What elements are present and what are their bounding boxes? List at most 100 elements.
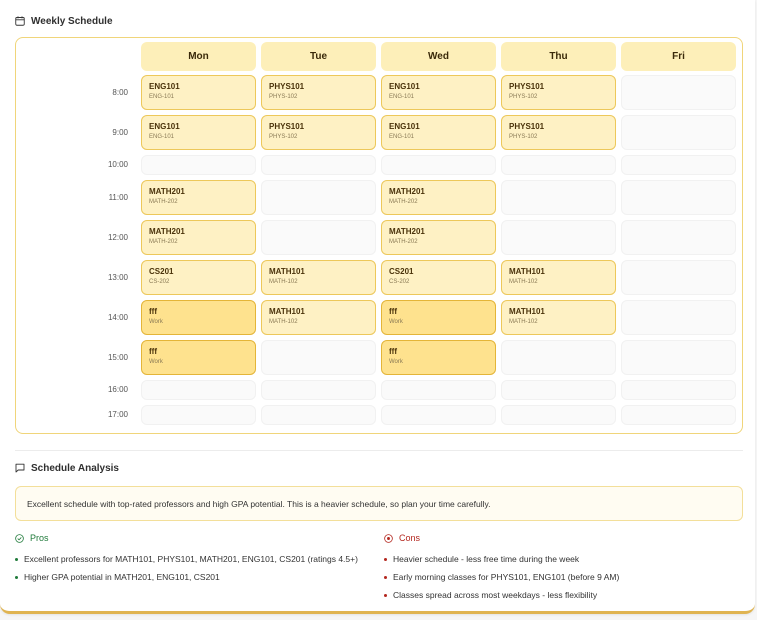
class-block[interactable]: MATH101 MATH-102 [261, 300, 376, 335]
empty-slot[interactable] [501, 180, 616, 215]
cons-item-text: Heavier schedule - less free time during… [393, 554, 580, 564]
bullet-icon [15, 575, 18, 579]
empty-slot[interactable] [501, 155, 616, 175]
empty-slot[interactable] [381, 155, 496, 175]
class-block[interactable]: MATH101 MATH-102 [501, 300, 616, 335]
class-code: MATH201 [149, 227, 185, 236]
time-label: 13:00 [107, 272, 128, 282]
empty-slot[interactable] [501, 405, 616, 425]
bullet-icon [15, 557, 18, 561]
cons-item: Heavier schedule - less free time during… [384, 550, 619, 568]
class-section: Work [389, 359, 403, 365]
schedule-title: Weekly Schedule [31, 15, 113, 27]
check-circle-icon [15, 533, 24, 543]
day-header-fri: Fri [621, 42, 736, 71]
class-block[interactable]: MATH201 MATH-202 [141, 220, 256, 255]
empty-slot[interactable] [621, 155, 736, 175]
class-section: MATH-102 [509, 279, 538, 285]
time-label: 9:00 [112, 127, 128, 137]
work-block[interactable]: fff Work [381, 340, 496, 375]
empty-slot[interactable] [261, 380, 376, 400]
empty-slot[interactable] [621, 405, 736, 425]
class-section: ENG-101 [389, 134, 415, 140]
empty-slot[interactable] [621, 75, 736, 110]
class-block[interactable]: MATH201 MATH-202 [141, 180, 256, 215]
empty-slot[interactable] [621, 115, 736, 150]
class-section: PHYS-102 [269, 94, 298, 100]
class-block[interactable]: PHYS101 PHYS-102 [261, 115, 376, 150]
work-block[interactable]: fff Work [141, 340, 256, 375]
class-code: ENG101 [389, 122, 420, 131]
class-block[interactable]: MATH101 MATH-102 [261, 260, 376, 295]
class-code: MATH101 [509, 267, 545, 276]
class-block[interactable]: ENG101 ENG-101 [141, 75, 256, 110]
empty-slot[interactable] [261, 155, 376, 175]
class-code: MATH101 [269, 307, 305, 316]
pros-title: Pros [30, 533, 49, 543]
empty-slot[interactable] [621, 220, 736, 255]
analysis-summary-text: Excellent schedule with top-rated profes… [27, 498, 491, 509]
day-header-tue: Tue [261, 42, 376, 71]
work-block[interactable]: fff Work [141, 300, 256, 335]
empty-slot[interactable] [621, 180, 736, 215]
empty-slot[interactable] [141, 405, 256, 425]
class-block[interactable]: MATH201 MATH-202 [381, 180, 496, 215]
class-code: fff [149, 347, 157, 356]
class-code: ENG101 [149, 122, 180, 131]
class-block[interactable]: PHYS101 PHYS-102 [261, 75, 376, 110]
work-block[interactable]: fff Work [381, 300, 496, 335]
class-block[interactable]: PHYS101 PHYS-102 [501, 75, 616, 110]
class-block[interactable]: CS201 CS-202 [381, 260, 496, 295]
message-square-icon [15, 463, 25, 473]
class-code: CS201 [389, 267, 414, 276]
class-code: PHYS101 [269, 82, 305, 91]
x-circle-icon [384, 533, 393, 543]
class-section: ENG-101 [149, 94, 175, 100]
pros-item-text: Excellent professors for MATH101, PHYS10… [24, 554, 358, 564]
class-code: MATH101 [509, 307, 545, 316]
class-code: PHYS101 [509, 122, 545, 131]
empty-slot[interactable] [141, 380, 256, 400]
weekly-schedule-header: Weekly Schedule [15, 13, 113, 29]
empty-slot[interactable] [141, 155, 256, 175]
empty-slot[interactable] [621, 260, 736, 295]
class-code: MATH201 [389, 227, 425, 236]
empty-slot[interactable] [621, 380, 736, 400]
class-section: CS-202 [389, 279, 410, 285]
class-section: Work [389, 319, 403, 325]
empty-slot[interactable] [261, 340, 376, 375]
empty-slot[interactable] [501, 340, 616, 375]
empty-slot[interactable] [381, 380, 496, 400]
class-section: MATH-202 [389, 199, 418, 205]
time-label: 12:00 [107, 232, 128, 242]
time-label: 16:00 [107, 385, 128, 394]
schedule-grid: Mon Tue Wed Thu Fri 8:00 9:00 10:00 11:00 12:00 1… [15, 37, 743, 434]
empty-slot[interactable] [381, 405, 496, 425]
class-section: PHYS-102 [509, 134, 538, 140]
section-divider [15, 450, 743, 451]
empty-slot[interactable] [501, 380, 616, 400]
empty-slot[interactable] [621, 300, 736, 335]
class-block[interactable]: ENG101 ENG-101 [141, 115, 256, 150]
class-block[interactable]: MATH101 MATH-102 [501, 260, 616, 295]
pros-header: Pros [15, 532, 49, 544]
class-block[interactable]: PHYS101 PHYS-102 [501, 115, 616, 150]
class-block[interactable]: ENG101 ENG-101 [381, 115, 496, 150]
empty-slot[interactable] [621, 340, 736, 375]
empty-slot[interactable] [261, 405, 376, 425]
empty-slot[interactable] [261, 180, 376, 215]
class-code: MATH201 [149, 187, 185, 196]
time-label: 17:00 [107, 410, 128, 419]
class-block[interactable]: CS201 CS-202 [141, 260, 256, 295]
class-block[interactable]: ENG101 ENG-101 [381, 75, 496, 110]
class-code: ENG101 [389, 82, 420, 91]
class-section: PHYS-102 [269, 134, 298, 140]
day-header-wed: Wed [381, 42, 496, 71]
empty-slot[interactable] [261, 220, 376, 255]
class-code: MATH201 [389, 187, 425, 196]
class-block[interactable]: MATH201 MATH-202 [381, 220, 496, 255]
class-code: MATH101 [269, 267, 305, 276]
class-code: ENG101 [149, 82, 180, 91]
empty-slot[interactable] [501, 220, 616, 255]
schedule-card: Weekly Schedule Mon Tue Wed Thu Fri 8:00 9:00… [0, 0, 755, 614]
